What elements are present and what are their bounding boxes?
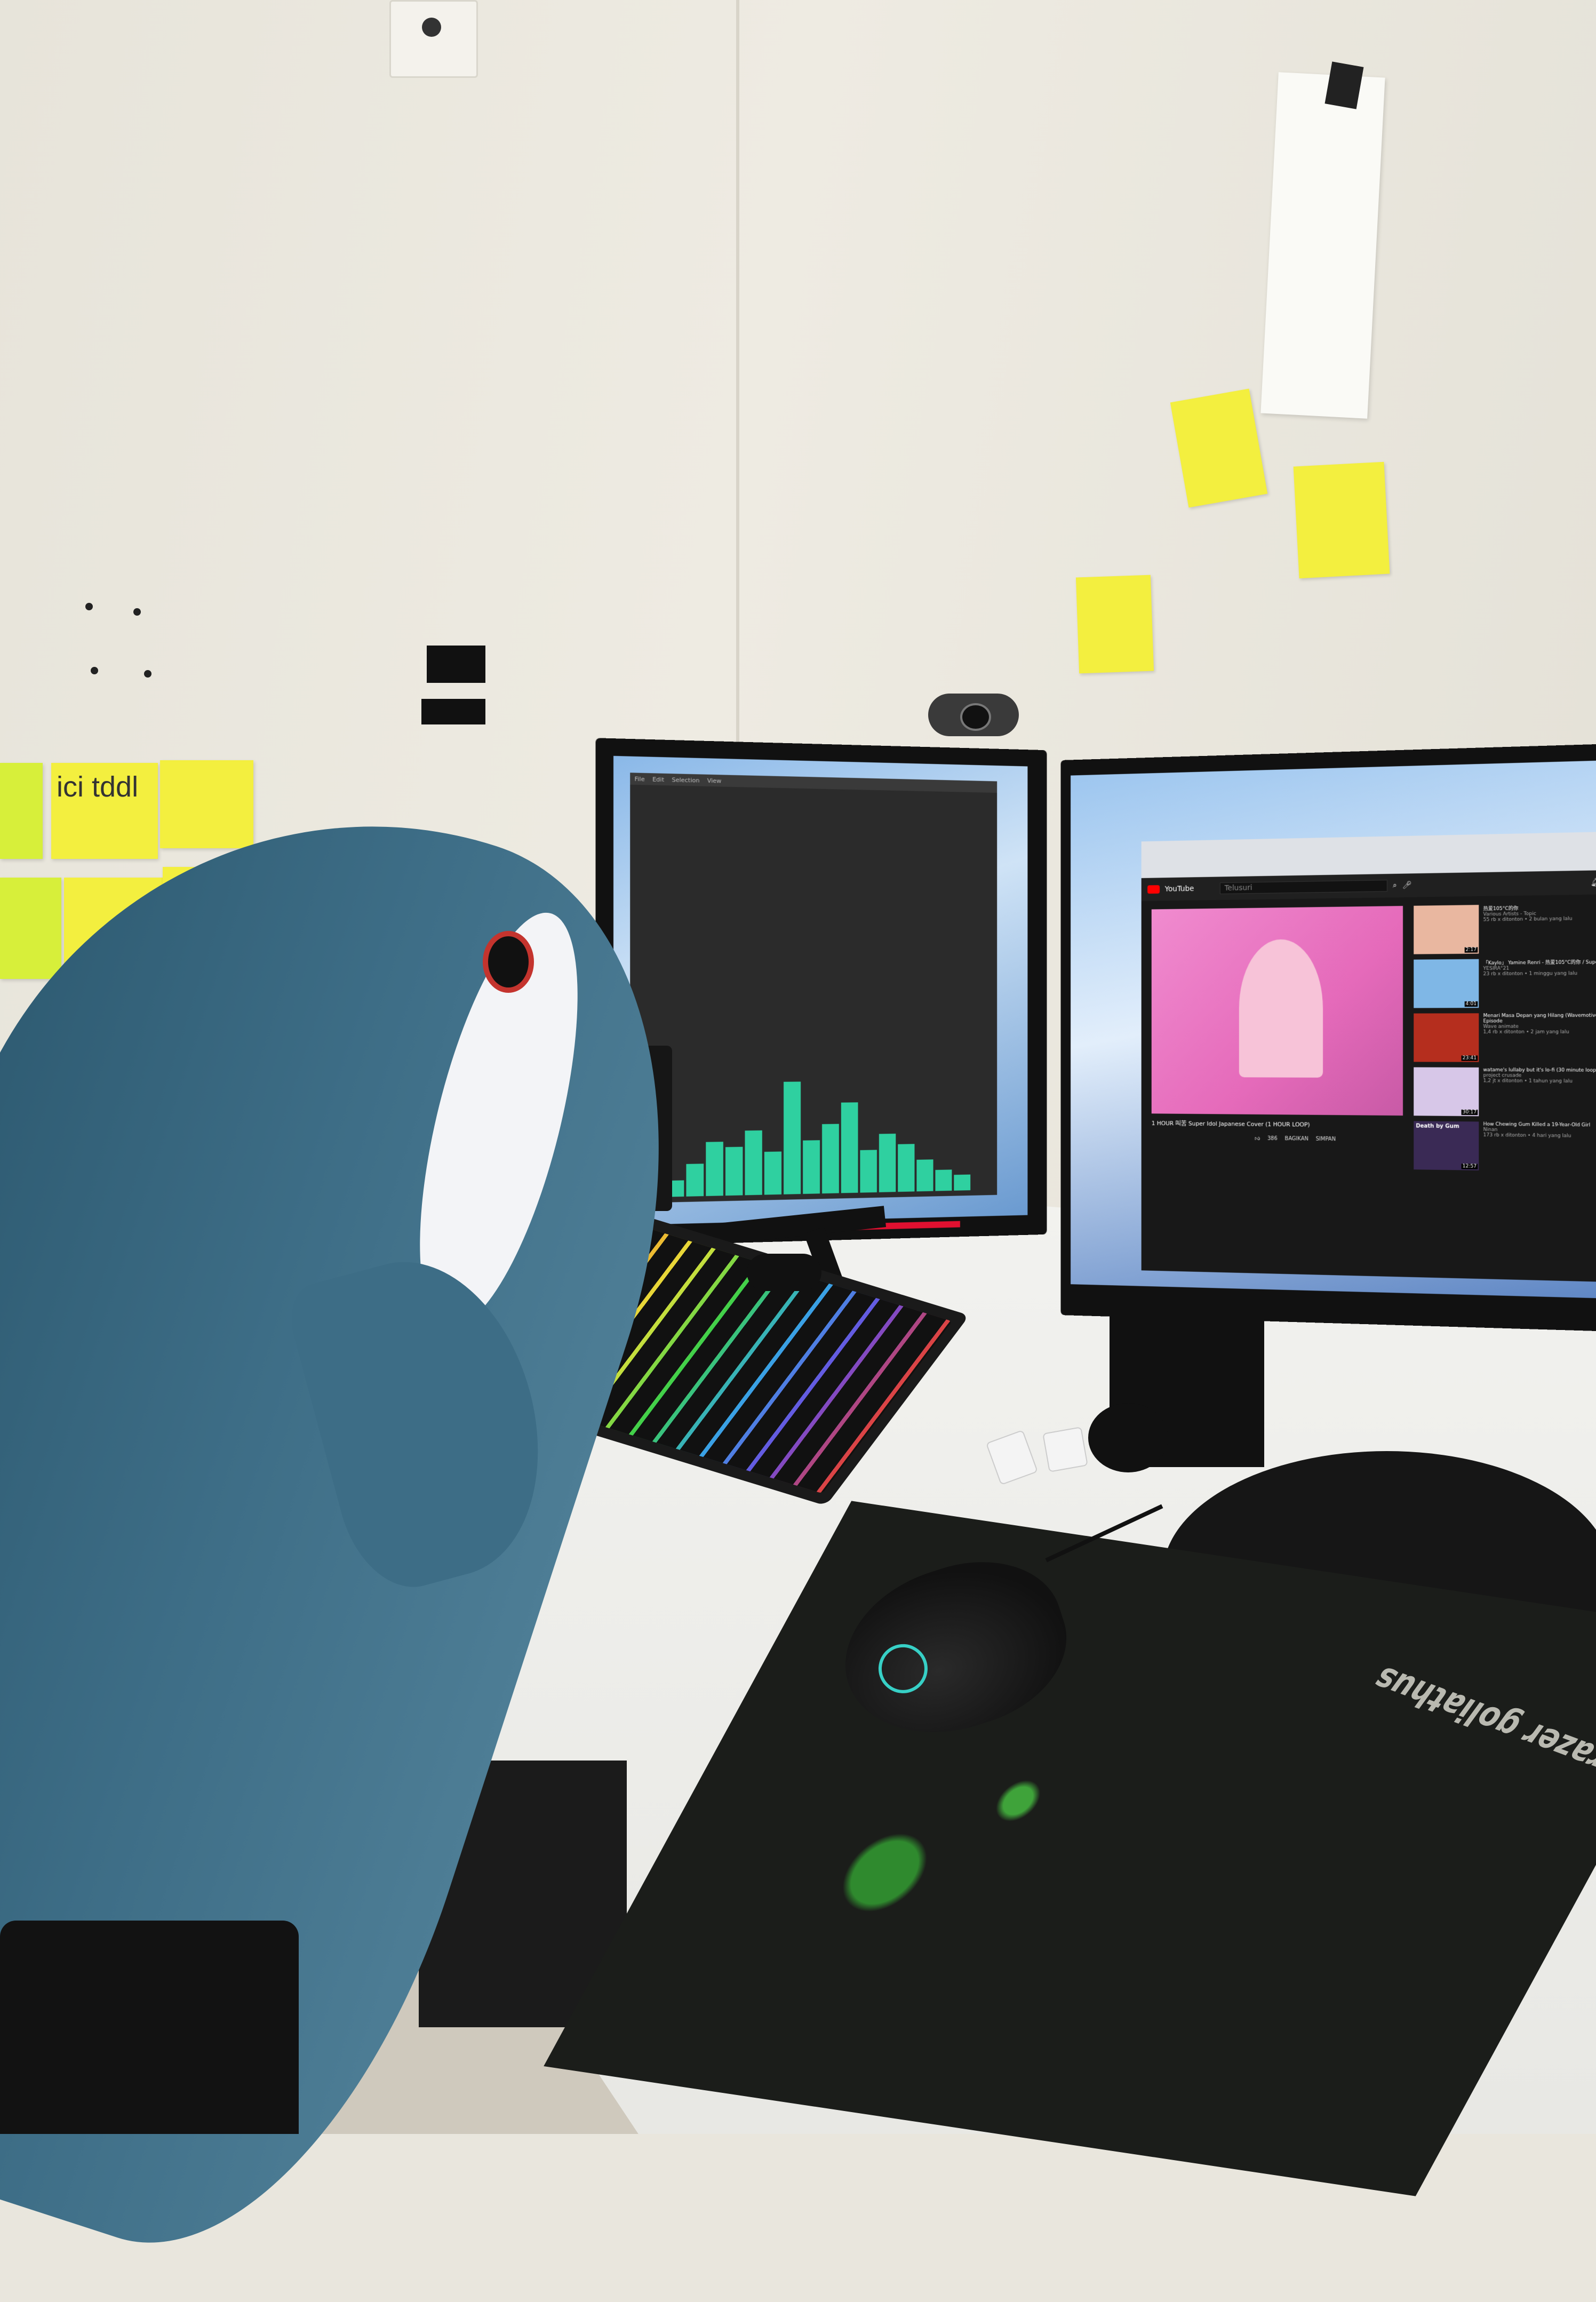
sticky-note xyxy=(1075,575,1154,674)
duration-badge: 2:17 xyxy=(1464,947,1478,953)
duration-badge: 30:17 xyxy=(1461,1109,1478,1116)
wall-socket xyxy=(389,0,478,78)
audio-visualizer xyxy=(647,1054,987,1198)
mousepad-brand: razer goliathus xyxy=(1364,1659,1596,1779)
recommendation-meta: 1,4 rb x ditonton • 2 jam yang lalu xyxy=(1483,1029,1569,1035)
recommendation-title: 「Kaylo」 Yamine Renri - 热爱105°C的你 / Super… xyxy=(1483,959,1596,966)
like-count: 386 xyxy=(1267,1135,1278,1142)
recommendation-thumbnail: 23:41 xyxy=(1414,1013,1479,1062)
usb-hub xyxy=(747,1254,821,1291)
recommendation-item[interactable]: 4:01 「Kaylo」 Yamine Renri - 热爱105°C的你 / … xyxy=(1414,958,1596,1014)
video-title: 1 HOUR 叫苦 Super Idol Japanese Cover (1 H… xyxy=(1151,1120,1310,1128)
eq-bar xyxy=(916,1159,933,1192)
duration-badge: 12:57 xyxy=(1461,1164,1478,1169)
eq-bar xyxy=(745,1130,762,1196)
eq-bar xyxy=(764,1151,782,1195)
eq-bar xyxy=(954,1174,971,1191)
video-actions: 👍︎ 386 BAGIKAN SIMPAN xyxy=(1255,1136,1336,1143)
eq-bar xyxy=(935,1169,952,1191)
youtube-site-name: YouTube xyxy=(1164,885,1194,894)
wall-holes xyxy=(85,603,160,678)
paper-strip xyxy=(1260,72,1385,419)
webcam-icon xyxy=(928,694,1019,736)
sticky-note xyxy=(0,878,61,979)
like-icon[interactable]: 👍︎ xyxy=(1255,1136,1260,1142)
eq-bar xyxy=(879,1133,896,1192)
bell-icon[interactable]: 🔔︎ xyxy=(1591,878,1596,887)
browser-window: YouTube Telusuri ⌕ 🎤︎ 🔔︎ 1 HOUR 叫苦 Super… xyxy=(1141,831,1596,1283)
eq-bar xyxy=(841,1102,858,1193)
bag xyxy=(0,1921,299,2134)
duration-badge: 4:01 xyxy=(1464,1001,1478,1007)
shark-eye xyxy=(483,931,534,993)
recommendation-item[interactable]: 30:17 watame's lullaby but it's lo-fi (3… xyxy=(1414,1067,1596,1122)
tape-mark xyxy=(421,699,485,724)
recommendation-meta: 173 rb x ditonton • 4 hari yang lalu xyxy=(1483,1132,1571,1139)
sticky-note xyxy=(160,760,253,848)
video-player[interactable] xyxy=(1151,906,1403,1116)
menu-view[interactable]: View xyxy=(707,777,722,784)
recommendation-meta: 55 rb x ditonton • 2 bulan yang lalu xyxy=(1483,916,1573,923)
right-monitor: YouTube Telusuri ⌕ 🎤︎ 🔔︎ 1 HOUR 叫苦 Super… xyxy=(1060,744,1596,1332)
usb-drive xyxy=(1042,1427,1088,1472)
eq-bar xyxy=(803,1140,820,1194)
menu-edit[interactable]: Edit xyxy=(652,776,664,783)
eq-bar xyxy=(725,1146,743,1196)
recommendation-channel: Wave animate xyxy=(1483,1024,1519,1030)
eq-bar xyxy=(686,1164,704,1197)
menu-file[interactable]: File xyxy=(635,775,645,783)
recommendation-title: Menari Masa Depan yang Hilang (Wavemotiv… xyxy=(1483,1013,1596,1024)
youtube-logo-icon[interactable] xyxy=(1147,885,1160,894)
eq-bar xyxy=(784,1081,801,1194)
stand-base xyxy=(1088,1403,1168,1472)
recommendation-item[interactable]: 2:17 热爱105°C的你 Various Artists - Topic 5… xyxy=(1414,903,1596,960)
recommendation-item[interactable]: 23:41 Menari Masa Depan yang Hilang (Wav… xyxy=(1414,1013,1596,1068)
sticky-note xyxy=(1293,461,1390,579)
mic-icon[interactable]: 🎤︎ xyxy=(1402,881,1412,889)
thumbnail-caption: Death by Gum xyxy=(1416,1123,1459,1130)
recommendation-thumbnail: 4:01 xyxy=(1414,959,1479,1008)
duration-badge: 23:41 xyxy=(1461,1055,1478,1061)
eq-bar xyxy=(898,1144,915,1192)
right-monitor-screen: YouTube Telusuri ⌕ 🎤︎ 🔔︎ 1 HOUR 叫苦 Super… xyxy=(1071,760,1596,1299)
save-button[interactable]: SIMPAN xyxy=(1316,1136,1336,1143)
recommendation-thumbnail: 30:17 xyxy=(1414,1067,1479,1117)
tape-mark xyxy=(427,646,485,683)
video-artwork xyxy=(1239,939,1323,1078)
sticky-note-text: ici tddl xyxy=(57,771,139,803)
menu-selection[interactable]: Selection xyxy=(672,776,699,784)
sticky-note-ici-tddl: ici tddl xyxy=(51,763,158,859)
mouse-logo-icon xyxy=(872,1637,934,1700)
recommendation-item[interactable]: Death by Gum 12:57 How Chewing Gum Kille… xyxy=(1414,1121,1596,1177)
sticky-note xyxy=(0,763,43,859)
terminal-window: File Edit Selection View xyxy=(630,772,998,1204)
terminal-menubar: File Edit Selection View xyxy=(630,772,998,793)
left-monitor-screen: File Edit Selection View xyxy=(613,755,1028,1225)
search-input[interactable]: Telusuri xyxy=(1219,880,1387,895)
recommendation-thumbnail: 2:17 xyxy=(1414,905,1479,954)
search-icon[interactable]: ⌕ xyxy=(1393,881,1397,890)
eq-bar xyxy=(822,1124,839,1194)
recommendation-meta: 1,2 jt x ditonton • 1 tahun yang lalu xyxy=(1483,1078,1573,1085)
recommendation-list: 2:17 热爱105°C的你 Various Artists - Topic 5… xyxy=(1414,903,1596,1178)
recommendation-thumbnail: Death by Gum 12:57 xyxy=(1414,1121,1479,1170)
eq-bar xyxy=(706,1142,723,1196)
eq-bar xyxy=(860,1150,877,1193)
recommendation-meta: 23 rb x ditonton • 1 minggu yang lalu xyxy=(1483,970,1577,977)
share-button[interactable]: BAGIKAN xyxy=(1285,1136,1308,1142)
